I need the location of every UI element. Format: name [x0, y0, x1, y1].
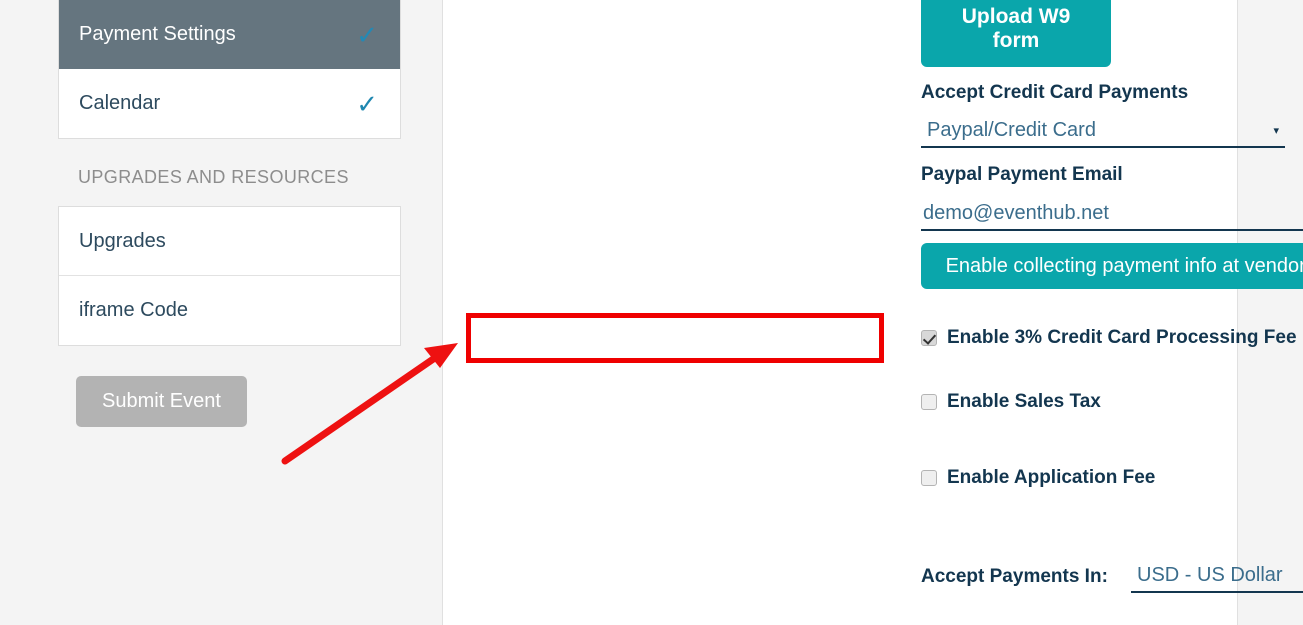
- chevron-down-icon: ▾: [1273, 125, 1279, 137]
- sidebar-item-label: Payment Settings: [79, 23, 236, 45]
- checkbox-icon[interactable]: [921, 394, 937, 410]
- paypal-email-input[interactable]: [921, 200, 1303, 231]
- checkmark-icon: ✓: [356, 19, 378, 50]
- sidebar: Payment Settings ✓ Calendar ✓ UPGRADES A…: [58, 0, 401, 427]
- sidebar-item-iframe-code[interactable]: iframe Code: [59, 276, 400, 345]
- payment-settings-panel: Upload W9 form Accept Credit Card Paymen…: [442, 0, 1303, 625]
- page-root: Payment Settings ✓ Calendar ✓ UPGRADES A…: [0, 0, 1303, 625]
- checkbox-icon[interactable]: [921, 330, 937, 346]
- checkbox-icon[interactable]: [921, 470, 937, 486]
- upload-w9-button[interactable]: Upload W9 form: [921, 0, 1111, 67]
- sidebar-nav-primary: Payment Settings ✓ Calendar ✓: [58, 0, 401, 139]
- sidebar-nav-secondary: Upgrades iframe Code: [58, 206, 401, 346]
- enable-application-fee-row[interactable]: Enable Application Fee: [921, 467, 1155, 489]
- sidebar-item-label: iframe Code: [79, 299, 188, 321]
- submit-event-button[interactable]: Submit Event: [76, 376, 247, 427]
- accept-credit-card-select[interactable]: Paypal/Credit Card ▾: [921, 115, 1285, 148]
- sidebar-item-label: Calendar: [79, 92, 161, 114]
- enable-processing-fee-label: Enable 3% Credit Card Processing Fee: [947, 327, 1297, 348]
- sidebar-section-heading: UPGRADES AND RESOURCES: [78, 167, 349, 187]
- enable-sales-tax-label: Enable Sales Tax: [947, 391, 1101, 412]
- sidebar-item-label: Upgrades: [79, 229, 166, 252]
- sidebar-item-upgrades[interactable]: Upgrades: [59, 207, 400, 276]
- enable-processing-fee-row[interactable]: Enable 3% Credit Card Processing Fee: [921, 327, 1297, 349]
- currency-value: USD - US Dollar: [1137, 564, 1283, 586]
- sidebar-item-payment-settings[interactable]: Payment Settings ✓: [59, 0, 400, 69]
- paypal-email-label: Paypal Payment Email: [921, 164, 1123, 185]
- sidebar-item-calendar[interactable]: Calendar ✓: [59, 69, 400, 138]
- submit-event-wrap: Submit Event: [58, 346, 401, 427]
- checkmark-icon: ✓: [356, 88, 378, 119]
- accept-credit-card-value: Paypal/Credit Card: [927, 119, 1096, 141]
- accept-payments-in-label: Accept Payments In:: [921, 566, 1108, 587]
- enable-sales-tax-row[interactable]: Enable Sales Tax: [921, 391, 1101, 413]
- accept-credit-card-label: Accept Credit Card Payments: [921, 82, 1189, 103]
- currency-select[interactable]: USD - US Dollar ▾: [1131, 560, 1303, 593]
- enable-application-fee-label: Enable Application Fee: [947, 467, 1156, 488]
- enable-collect-payment-info-button[interactable]: Enable collecting payment info at vendor…: [921, 243, 1303, 289]
